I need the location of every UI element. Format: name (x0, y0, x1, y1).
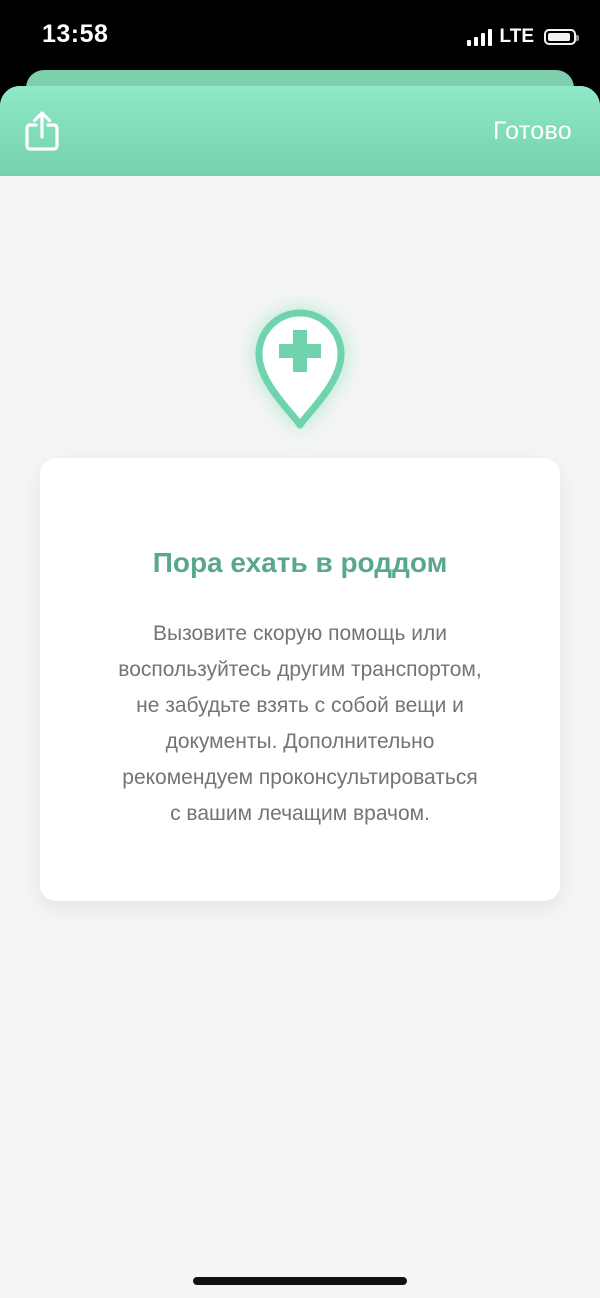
battery-icon (544, 29, 579, 45)
home-indicator (193, 1277, 407, 1285)
share-icon (25, 111, 59, 151)
screen: 13:58 LTE Готово Пора ехать в роддом Выз… (0, 0, 600, 1298)
nav-bar: Готово (0, 86, 600, 176)
card-body-line: воспользуйтесь другим транспортом, (118, 658, 482, 681)
card-body-line: рекомендуем проконсультироваться (122, 766, 478, 789)
network-label: LTE (499, 26, 534, 47)
modal-sheet: Готово Пора ехать в роддом Вызовите скор… (0, 86, 600, 1298)
done-button[interactable]: Готово (493, 117, 572, 146)
card-body-line: с вашим лечащим врачом. (170, 802, 430, 825)
status-indicators: LTE (466, 26, 579, 48)
card-body: Вызовите скорую помощь или воспользуйтес… (80, 616, 520, 832)
card-title: Пора ехать в роддом (152, 547, 448, 578)
card-body-line: не забудьте взять с собой вещи и (136, 694, 464, 717)
battery-level (548, 33, 570, 41)
location-pin-plus-icon (255, 309, 345, 429)
info-card: Пора ехать в роддом Вызовите скорую помо… (40, 458, 560, 901)
card-body-line: Вызовите скорую помощь или (152, 622, 448, 645)
status-bar: 13:58 LTE (0, 0, 600, 70)
status-time: 13:58 (42, 20, 109, 48)
share-button[interactable] (22, 108, 62, 154)
signal-icon (466, 28, 492, 46)
card-body-line: документы. Дополнительно (165, 730, 435, 753)
